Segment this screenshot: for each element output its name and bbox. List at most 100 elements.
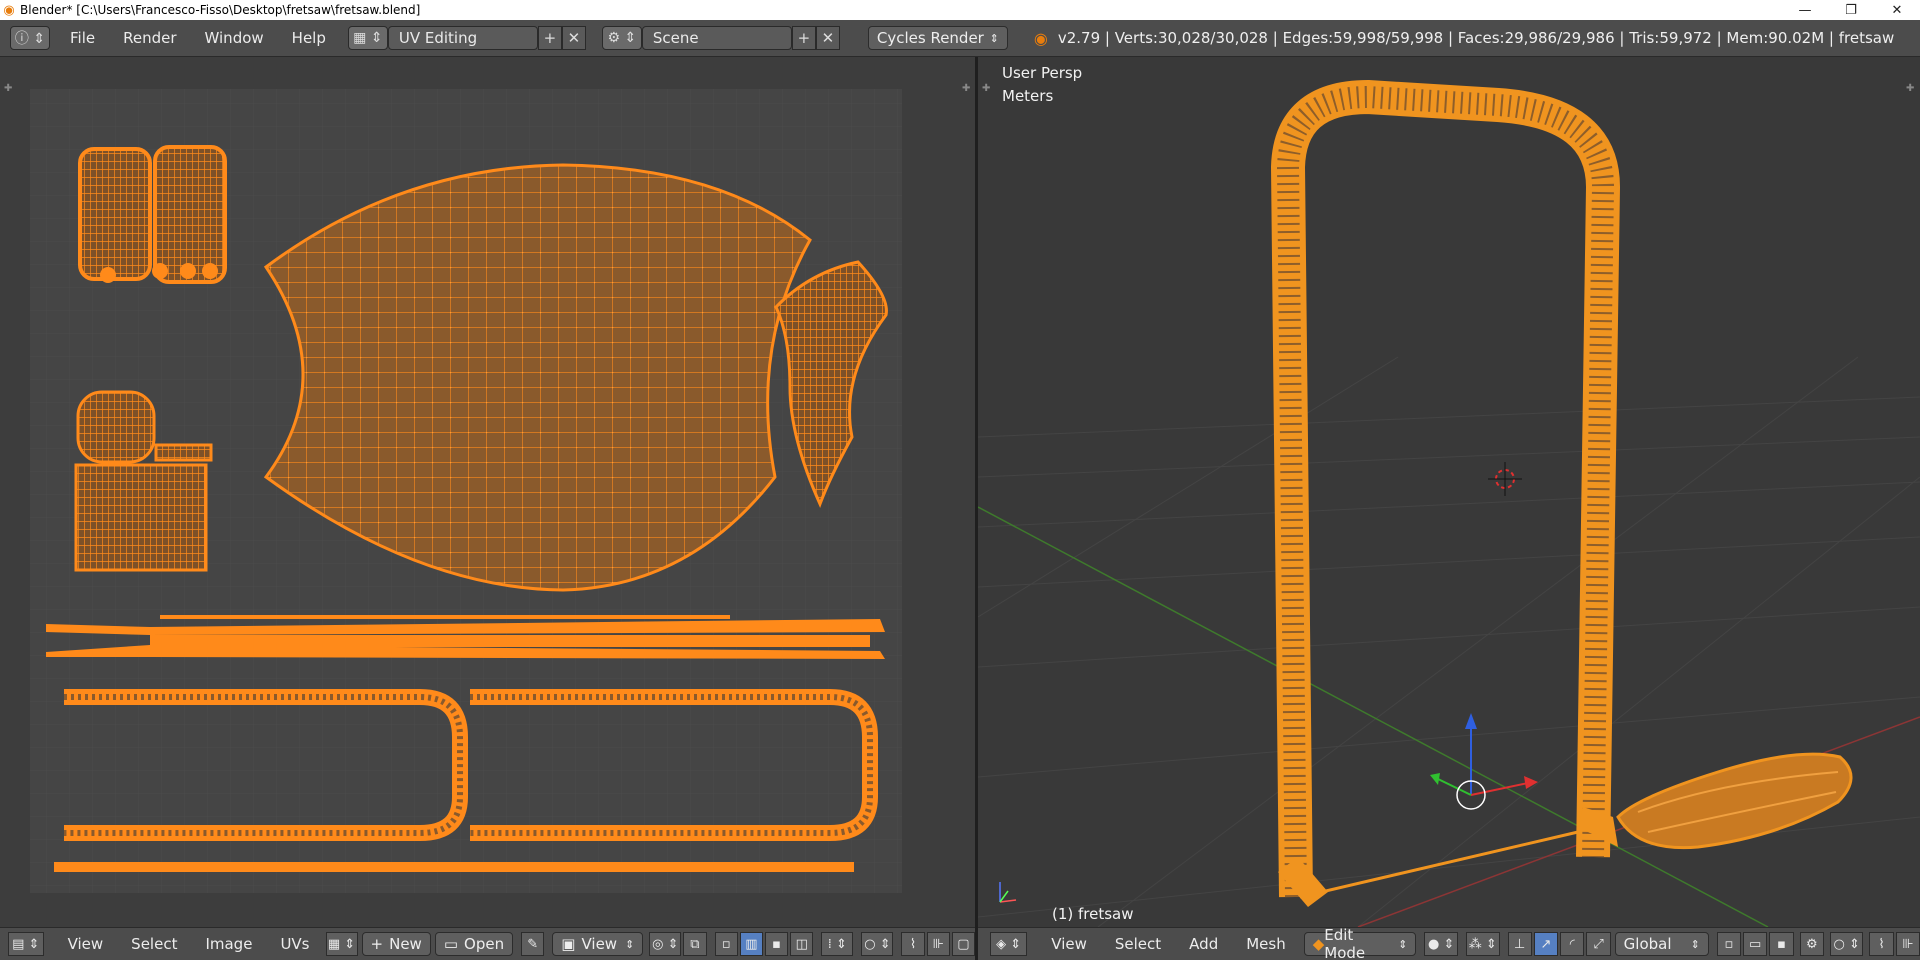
transform-orientation-select[interactable]: Global ⇕	[1614, 932, 1709, 956]
limit-selection-icon[interactable]: ⚙	[1799, 932, 1824, 956]
rotate-icon[interactable]: ◜	[1560, 932, 1585, 956]
dropdown-arrows-icon: ⇕	[625, 937, 635, 951]
proportional-edit-icon[interactable]: ○ ⇕	[861, 932, 894, 956]
texture-icon[interactable]: ▢	[951, 932, 975, 956]
view-axis-widget	[999, 882, 1017, 903]
face-select-icon[interactable]: ▪	[764, 932, 789, 956]
screen-layout-label: UV Editing	[398, 29, 478, 47]
menu-render[interactable]: Render	[109, 29, 190, 47]
transform-manipulator[interactable]	[1430, 713, 1538, 810]
sticky-select-icon[interactable]: ⁞ ⇕	[821, 932, 854, 956]
add-scene-button[interactable]: +	[791, 26, 816, 50]
proportional-editing-icon[interactable]: ○ ⇕	[1829, 932, 1864, 956]
3d-menu-mesh[interactable]: Mesh	[1232, 935, 1300, 953]
3d-menu-select[interactable]: Select	[1101, 935, 1175, 953]
pivot-icon[interactable]: ◎ ⇕	[649, 932, 682, 956]
edge-select-icon[interactable]: ▥	[739, 932, 763, 956]
dropdown-arrows-icon: ⇕	[989, 31, 999, 45]
remove-scene-button[interactable]: ✕	[815, 26, 840, 50]
snap-target-icon[interactable]: ⊪	[1895, 932, 1920, 956]
pin-icon[interactable]: ✎	[521, 932, 545, 956]
scale-icon[interactable]: ⤢	[1586, 932, 1611, 956]
uv-island-bottom-strip[interactable]	[54, 862, 854, 872]
snap-icon[interactable]: ⌇	[901, 932, 925, 956]
uv-menu-view[interactable]: View	[54, 935, 118, 953]
new-image-button[interactable]: + New	[361, 932, 431, 956]
snap-element-icon[interactable]: ⊪	[926, 932, 950, 956]
3d-view-header: ◈ ⇕ View Select Add Mesh ◆ Edit Mode ⇕ ●…	[978, 927, 1920, 960]
remove-screen-button[interactable]: ✕	[561, 26, 586, 50]
plus-icon: +	[370, 935, 384, 953]
view-name-label: User Persp	[1002, 64, 1083, 82]
menu-file[interactable]: File	[56, 29, 109, 47]
saw-blade[interactable]	[1299, 830, 1579, 899]
editor-type-info-icon[interactable]: ⓘ ⇕	[10, 26, 50, 50]
uv-menu-uvs[interactable]: UVs	[266, 935, 323, 953]
area-split-widget-icon[interactable]: ✚	[4, 83, 12, 94]
render-engine-select[interactable]: Cycles Render ⇕	[867, 26, 1008, 50]
snap-toggle-icon[interactable]: ⌇	[1869, 932, 1894, 956]
image-browse-icon[interactable]: ▦ ⇕	[325, 932, 358, 956]
3d-menu-view[interactable]: View	[1037, 935, 1101, 953]
screen-layout-icon[interactable]: ▦ ⇕	[347, 26, 388, 50]
minimize-button[interactable]: —	[1782, 0, 1828, 20]
3d-viewport-canvas[interactable]: ✚ ✚	[978, 57, 1920, 927]
menu-window[interactable]: Window	[191, 29, 278, 47]
scene-icon[interactable]: ⚙ ⇕	[601, 26, 642, 50]
sync-selection-icon[interactable]: ⧉	[683, 932, 707, 956]
pivot-point-icon[interactable]: ⁂ ⇕	[1465, 932, 1500, 956]
uv-canvas[interactable]: ✚ ✚	[0, 57, 975, 927]
close-button[interactable]: ✕	[1874, 0, 1920, 20]
y-axis-line	[978, 506, 1769, 927]
uv-island-block[interactable]	[74, 463, 208, 572]
folder-icon: ▭	[443, 935, 459, 953]
dropdown-arrows-icon: ⇕	[1690, 937, 1700, 951]
scene-label: Scene	[652, 29, 699, 47]
window-title: Blender* [C:\Users\Francesco-Fisso\Deskt…	[20, 3, 421, 17]
area-split-widget-icon-right[interactable]: ✚	[962, 83, 970, 94]
3d-viewport[interactable]: ✚ ✚ User Persp Meters (1) fretsaw	[978, 57, 1920, 927]
3d-cursor[interactable]	[1488, 462, 1522, 496]
manipulator-icon[interactable]: ⊥	[1507, 932, 1532, 956]
editor-type-image-icon[interactable]: ▤ ⇕	[8, 932, 44, 956]
add-screen-button[interactable]: +	[537, 26, 562, 50]
blender-stats-logo-icon: ◉	[1033, 28, 1048, 48]
open-image-label: Open	[464, 935, 505, 953]
interaction-mode-select[interactable]: ◆ Edit Mode ⇕	[1303, 928, 1417, 960]
uv-island-main[interactable]	[263, 163, 812, 592]
dropdown-arrows-icon: ⇕	[1398, 937, 1408, 951]
scene-field[interactable]: Scene	[641, 26, 792, 50]
uv-editor-header: ▤ ⇕ View Select Image UVs ▦ ⇕ + New ▭ Open…	[0, 927, 975, 960]
screen-layout-field[interactable]: UV Editing	[387, 26, 538, 50]
island-select-icon[interactable]: ◫	[790, 932, 814, 956]
scene-statistics: v2.79 | Verts:30,028/30,028 | Edges:59,9…	[1057, 29, 1895, 47]
edge-select-mode-icon[interactable]: ▭	[1743, 932, 1768, 956]
view-mode-select[interactable]: ▣ View ⇕	[552, 932, 644, 956]
render-engine-label: Cycles Render	[876, 29, 984, 47]
menu-help[interactable]: Help	[278, 29, 340, 47]
uv-island-round[interactable]	[76, 390, 156, 464]
editor-type-3d-icon[interactable]: ◈ ⇕	[990, 932, 1028, 956]
maximize-button[interactable]: ❐	[1828, 0, 1874, 20]
uv-island-small-strip[interactable]	[154, 443, 213, 462]
vertex-select-mode-icon[interactable]: ▫	[1716, 932, 1742, 956]
floor-grid	[978, 356, 1920, 927]
uv-menu-image[interactable]: Image	[191, 935, 266, 953]
uv-image-editor[interactable]: ✚ ✚	[0, 57, 975, 927]
interaction-mode-label: Edit Mode	[1324, 927, 1366, 960]
edit-mode-icon: ◆	[1312, 935, 1325, 953]
3d-menu-add[interactable]: Add	[1175, 935, 1232, 953]
translate-icon[interactable]: ↗	[1533, 932, 1559, 956]
face-select-mode-icon[interactable]: ▪	[1769, 932, 1794, 956]
uv-menu-select[interactable]: Select	[117, 935, 191, 953]
viewport-shading-icon[interactable]: ● ⇕	[1424, 932, 1458, 956]
vertex-select-icon[interactable]: ▫	[714, 932, 738, 956]
open-image-button[interactable]: ▭ Open	[434, 932, 514, 956]
units-label: Meters	[1002, 87, 1054, 105]
blender-logo-icon: ◉	[3, 2, 15, 18]
fretsaw-handle-mesh[interactable]	[1616, 752, 1853, 850]
area-split-widget-icon-3d[interactable]: ✚	[982, 83, 990, 94]
window-title-bar: ◉ Blender* [C:\Users\Francesco-Fisso\Des…	[0, 0, 1920, 20]
area-split-widget-icon-3d-right[interactable]: ✚	[1906, 83, 1914, 94]
fretsaw-frame-mesh[interactable]	[1271, 80, 1620, 898]
